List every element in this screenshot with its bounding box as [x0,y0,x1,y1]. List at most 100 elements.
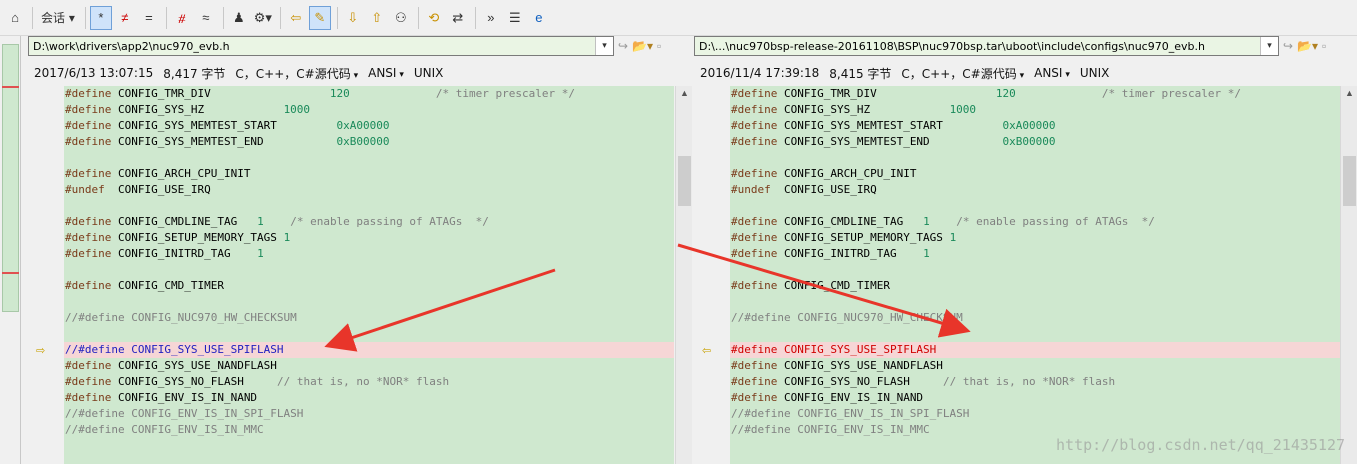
down-arrow-icon[interactable]: ⇩ [342,6,364,30]
code-identifier: CONFIG_CMD_TIMER [117,279,224,292]
diff-overview-strip[interactable] [0,36,21,464]
save-icon[interactable]: ▫ [657,39,661,53]
save-icon[interactable]: ▫ [1322,39,1326,53]
code-line[interactable]: #define CONFIG_SYS_NO_FLASH // that is, … [730,374,1340,390]
right-pane: D:\...\nuc970bsp-release-20161108\BSP\nu… [694,36,1357,464]
code-line[interactable]: #define CONFIG_SYS_MEMTEST_START 0xA0000… [730,118,1340,134]
home-icon[interactable]: ⌂ [4,6,26,30]
code-line[interactable]: #define CONFIG_ENV_IS_IN_NAND [730,390,1340,406]
left-code-text[interactable]: #define CONFIG_TMR_DIV 120 /* timer pres… [64,86,674,464]
code-line[interactable]: #define CONFIG_SETUP_MEMORY_TAGS 1 [64,230,674,246]
code-line[interactable]: #define CONFIG_SYS_HZ 1000 [730,102,1340,118]
code-line[interactable]: #define CONFIG_SETUP_MEMORY_TAGS 1 [730,230,1340,246]
code-line[interactable]: #define CONFIG_ARCH_CPU_INIT [64,166,674,182]
code-line[interactable]: //#define CONFIG_SYS_USE_SPIFLASH [64,342,674,358]
code-line[interactable]: //#define CONFIG_ENV_IS_IN_MMC [64,422,674,438]
binoculars-icon[interactable]: ⚇ [390,6,412,30]
right-code-text[interactable]: #define CONFIG_TMR_DIV 120 /* timer pres… [730,86,1340,464]
code-line[interactable]: //#define CONFIG_NUC970_HW_CHECKSUM [730,310,1340,326]
code-line[interactable]: //#define CONFIG_NUC970_HW_CHECKSUM [64,310,674,326]
left-scrollbar[interactable]: ▲ [675,86,692,464]
session-menu-button[interactable]: 会话 ▾ [37,6,79,30]
left-code-area[interactable]: ⇨ #define CONFIG_TMR_DIV 120 /* timer pr… [28,86,692,464]
code-line[interactable]: #define CONFIG_SYS_USE_SPIFLASH [730,342,1340,358]
code-line[interactable]: #define CONFIG_SYS_USE_NANDFLASH [730,358,1340,374]
right-path-input[interactable]: D:\...\nuc970bsp-release-20161108\BSP\nu… [694,36,1279,56]
code-line[interactable] [730,262,1340,278]
right-file-language[interactable]: C，C++，C#源代码 [901,65,1024,82]
right-code-area[interactable]: ⇦ #define CONFIG_TMR_DIV 120 /* timer pr… [694,86,1357,464]
folder-icon[interactable]: 📂▾ [1297,39,1318,53]
code-line[interactable]: //#define CONFIG_ENV_IS_IN_SPI_FLASH [64,406,674,422]
code-keyword: #define [65,247,112,260]
chevron-down-icon[interactable]: ▾ [595,37,613,55]
code-line[interactable]: #undef CONFIG_USE_IRQ [730,182,1340,198]
code-line[interactable]: #define CONFIG_SYS_USE_NANDFLASH [64,358,674,374]
code-line[interactable]: #define CONFIG_INITRD_TAG 1 [64,246,674,262]
not-equal-icon[interactable]: ≠ [114,6,136,30]
code-line[interactable]: #define CONFIG_TMR_DIV 120 /* timer pres… [730,86,1340,102]
code-padding [883,87,996,100]
browse-arrow-icon[interactable]: ↪ [618,39,628,53]
left-scrollbar-thumb[interactable] [678,156,691,206]
code-line[interactable] [730,198,1340,214]
left-file-language[interactable]: C，C++，C#源代码 [235,65,358,82]
code-line[interactable]: #define CONFIG_SYS_MEMTEST_START 0xA0000… [64,118,674,134]
code-line[interactable] [730,294,1340,310]
code-keyword: #define [731,87,778,100]
code-line[interactable]: //#define CONFIG_ENV_IS_IN_SPI_FLASH [730,406,1340,422]
code-line[interactable] [64,198,674,214]
code-line[interactable]: #define CONFIG_CMD_TIMER [64,278,674,294]
code-line[interactable] [64,294,674,310]
edit-icon[interactable]: ✎ [308,5,331,30]
equal-icon[interactable]: = [138,6,160,30]
diff-icon[interactable]: ⧣ [171,6,193,30]
left-path-icons: ↪ 📂▾ ▫ [618,39,661,53]
left-file-encoding[interactable]: ANSI [368,66,404,80]
code-line[interactable]: #define CONFIG_TMR_DIV 120 /* timer pres… [64,86,674,102]
folder-icon[interactable]: 📂▾ [632,39,653,53]
code-line[interactable]: #define CONFIG_ENV_IS_IN_NAND [64,390,674,406]
approx-icon[interactable]: ≈ [195,6,217,30]
code-keyword: #define [65,135,112,148]
code-padding [936,135,1002,148]
ignore-icon[interactable]: » [480,6,502,30]
right-file-eol[interactable]: UNIX [1080,66,1110,80]
rules-icon[interactable]: ⚙▾ [252,6,274,30]
show-all-icon[interactable]: * [89,5,112,30]
right-scrollbar-thumb[interactable] [1343,156,1356,206]
diff-marker-icon[interactable]: ⇨ [36,344,45,357]
code-line[interactable]: #define CONFIG_SYS_MEMTEST_END 0xB00000 [730,134,1340,150]
code-line[interactable] [730,326,1340,342]
code-line[interactable]: #define CONFIG_SYS_HZ 1000 [64,102,674,118]
chevron-down-icon[interactable]: ▾ [1260,37,1278,55]
code-line[interactable]: #define CONFIG_CMD_TIMER [730,278,1340,294]
code-line[interactable]: #define CONFIG_SYS_MEMTEST_END 0xB00000 [64,134,674,150]
left-file-eol[interactable]: UNIX [414,66,444,80]
code-line[interactable]: #define CONFIG_SYS_NO_FLASH // that is, … [64,374,674,390]
person-icon[interactable]: ♟ [228,6,250,30]
code-line[interactable]: #undef CONFIG_USE_IRQ [64,182,674,198]
code-line[interactable] [64,326,674,342]
left-path-input[interactable]: D:\work\drivers\app2\nuc970_evb.h ▾ [28,36,614,56]
right-scrollbar[interactable]: ▲ [1340,86,1357,464]
diff-marker-icon[interactable]: ⇦ [702,344,711,357]
code-line[interactable] [64,150,674,166]
code-line[interactable]: #define CONFIG_CMDLINE_TAG 1 /* enable p… [730,214,1340,230]
ie-icon[interactable]: e [528,6,550,30]
swap-icon[interactable]: ⟲ [423,6,445,30]
refresh-icon[interactable]: ⇄ [447,6,469,30]
code-line[interactable]: #define CONFIG_INITRD_TAG 1 [730,246,1340,262]
right-file-encoding[interactable]: ANSI [1034,66,1070,80]
prev-arrow-icon[interactable]: ⇦ [285,6,307,30]
code-line[interactable] [730,150,1340,166]
scroll-up-icon[interactable]: ▲ [676,88,693,98]
scroll-up-icon[interactable]: ▲ [1341,88,1357,98]
up-arrow-icon[interactable]: ⇧ [366,6,388,30]
code-line[interactable]: #define CONFIG_CMDLINE_TAG 1 /* enable p… [64,214,674,230]
code-line[interactable]: #define CONFIG_ARCH_CPU_INIT [730,166,1340,182]
code-line[interactable] [64,262,674,278]
list-icon[interactable]: ☰ [504,6,526,30]
browse-arrow-icon[interactable]: ↪ [1283,39,1293,53]
session-label: 会话 [41,11,66,25]
